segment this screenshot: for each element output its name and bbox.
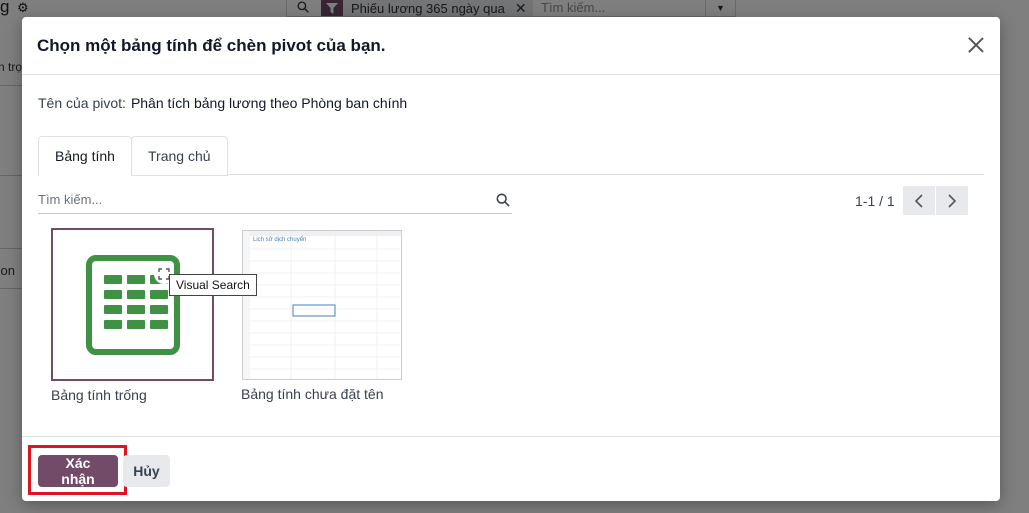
preview-title: Lịch sử dịch chuyển	[253, 237, 307, 243]
pager: 1-1 / 1	[855, 186, 968, 215]
tab-spreadsheets[interactable]: Bảng tính	[38, 136, 132, 176]
pager-previous-button[interactable]	[902, 186, 935, 215]
pager-next-button[interactable]	[935, 186, 968, 215]
chevron-right-icon	[948, 193, 956, 208]
untitled-spreadsheet-card[interactable]: Lịch sử dịch chuyển Bảng tính chưa đặt t…	[241, 228, 402, 402]
card-label: Bảng tính chưa đặt tên	[241, 386, 384, 402]
search-input[interactable]	[38, 192, 478, 207]
dialog-footer: Xác nhận Hủy	[22, 436, 1000, 501]
spreadsheet-preview	[243, 231, 401, 379]
insert-pivot-dialog: Chọn một bảng tính để chèn pivot của bạn…	[22, 17, 1000, 501]
pivot-name-label: Tên của pivot:	[38, 95, 126, 111]
dialog-tabs: Bảng tính Trang chủ	[38, 136, 984, 176]
chevron-left-icon	[914, 193, 923, 208]
close-icon[interactable]	[966, 35, 986, 55]
blank-spreadsheet-card[interactable]: Bảng tính trống	[51, 228, 214, 403]
cancel-button[interactable]: Hủy	[123, 455, 170, 487]
dialog-title: Chọn một bảng tính để chèn pivot của bạn…	[37, 36, 386, 55]
tooltip: Visual Search	[169, 274, 257, 296]
pivot-name-input[interactable]	[130, 95, 411, 111]
untitled-spreadsheet-thumbnail[interactable]: Lịch sử dịch chuyển	[242, 230, 402, 380]
pager-value[interactable]: 1-1 / 1	[855, 193, 895, 209]
blank-spreadsheet-thumbnail[interactable]	[51, 228, 214, 381]
confirm-button[interactable]: Xác nhận	[38, 455, 118, 487]
dialog-header: Chọn một bảng tính để chèn pivot của bạn…	[22, 17, 1000, 75]
card-label: Bảng tính trống	[51, 387, 147, 403]
search-icon[interactable]	[496, 193, 510, 207]
spreadsheet-search	[38, 189, 512, 214]
pivot-name-row: Tên của pivot:	[38, 95, 411, 111]
tab-home[interactable]: Trang chủ	[131, 136, 228, 176]
